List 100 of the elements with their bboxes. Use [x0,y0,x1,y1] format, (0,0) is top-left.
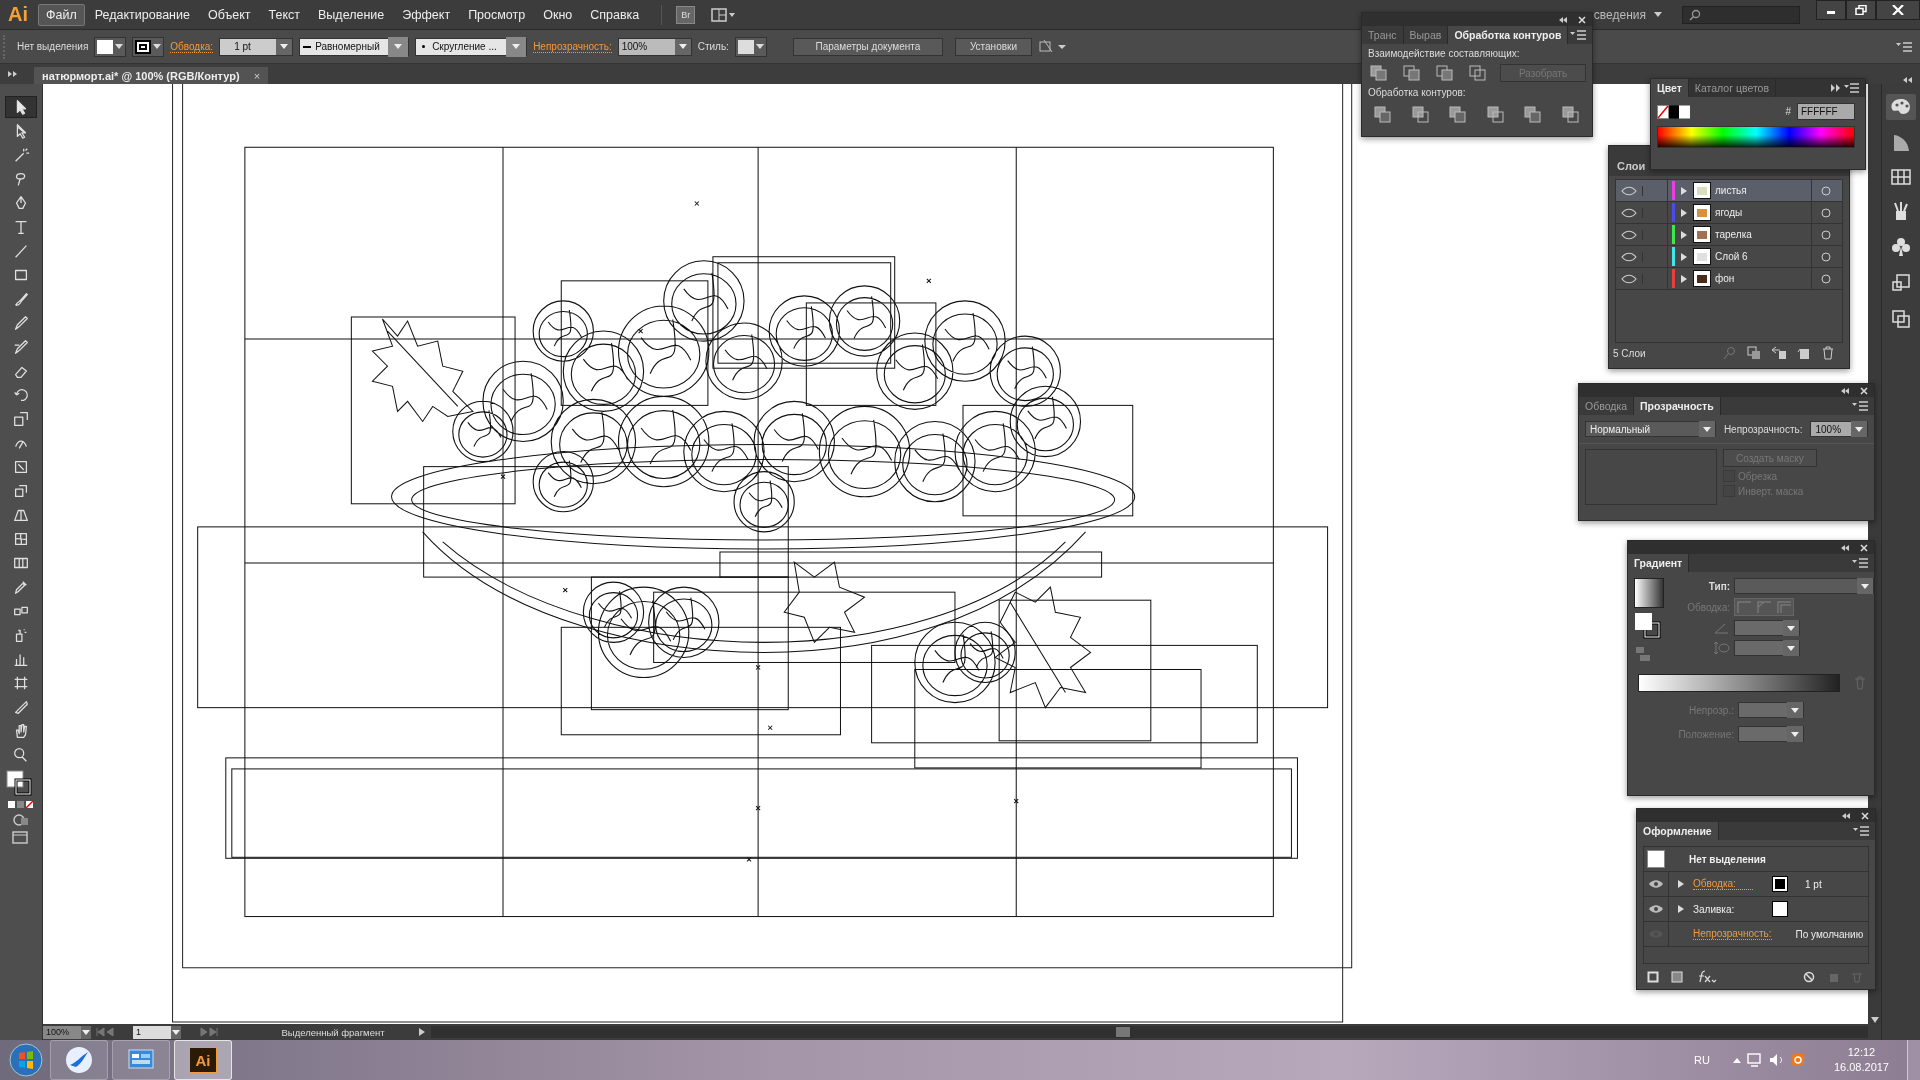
panel-menu-icon[interactable] [1852,558,1868,568]
menu-item[interactable]: Просмотр [460,3,534,26]
expand-triangle-icon[interactable] [1679,251,1689,262]
fill-swatch-dropdown[interactable] [94,36,127,57]
gradient-preview-swatch[interactable] [1634,578,1664,608]
zoom-level-dropdown[interactable]: 100% [43,1025,91,1039]
panel-tab[interactable]: Обработка контуров [1448,26,1569,44]
minimize-button[interactable] [1816,0,1846,20]
stroke-weight-field[interactable]: 1 pt [219,37,294,56]
hex-field[interactable]: FFFFFF [1797,103,1855,120]
start-button[interactable] [6,1040,46,1080]
layer-row[interactable]: ягоды [1616,202,1842,224]
pathfinder-icon[interactable] [1484,104,1507,124]
menu-item[interactable]: Файл [38,3,85,26]
stop-position-field[interactable] [1738,726,1804,742]
opacity-field[interactable]: 100% [1810,421,1868,437]
document-tab[interactable]: натюрморт.ai* @ 100% (RGB/Контур) × [34,67,269,84]
pathfinder-icon[interactable] [1559,104,1582,124]
aspect-ratio-field[interactable] [1734,640,1800,656]
collapse-panel-icon[interactable] [1840,543,1850,552]
stop-opacity-field[interactable] [1738,702,1804,718]
scroll-down-arrow-icon[interactable] [1869,1016,1880,1024]
arrow-pointer-icon[interactable] [5,96,37,118]
fill-swatch[interactable] [1773,902,1787,916]
opacity-field[interactable]: 100% [617,37,692,56]
eye-icon[interactable] [1648,879,1664,889]
control-bar-button[interactable]: Установки [954,37,1032,56]
target-circle-icon[interactable] [1820,272,1832,285]
target-circle-icon[interactable] [1820,250,1832,263]
restore-button[interactable] [1846,0,1876,20]
isolation-mode-icon[interactable] [1038,38,1068,55]
close-panel-icon[interactable] [1578,15,1586,24]
close-tab-button[interactable]: × [253,69,261,82]
layout-grid-icon[interactable] [711,6,738,23]
taskbar-app-button[interactable]: Ai [174,1040,232,1080]
expand-triangle-icon[interactable] [1679,207,1689,218]
clock-date[interactable]: 16.08.2017 [1833,1060,1889,1075]
workspace-switcher[interactable]: сведения [1593,7,1662,22]
menu-item[interactable]: Выделение [310,3,393,26]
menu-item[interactable]: Объект [199,3,259,26]
panel-tab[interactable]: Оформление [1637,822,1719,840]
panel-tab[interactable]: Транс [1362,26,1404,44]
stroke-swatch-dropdown[interactable] [132,36,165,57]
panel-tab[interactable]: Прозрачность [1634,397,1721,415]
menu-item[interactable]: Окно [535,3,581,26]
color-mode-icon[interactable] [6,800,36,810]
brush-definition-dropdown[interactable]: Скругление ... [415,37,528,56]
shape-mode-icon[interactable] [1434,63,1456,83]
bridge-button[interactable]: Br [676,5,696,24]
opacity-link[interactable]: Непрозрачность: [533,40,612,53]
expand-triangle-icon[interactable] [1677,904,1685,914]
opacity-link[interactable]: Непрозрачность: [1693,928,1772,940]
new-fill-icon[interactable] [1671,971,1683,983]
quick-swatches-icon[interactable] [1657,104,1691,119]
menu-item[interactable]: Эффект [394,3,459,26]
stroke-link[interactable]: Обводка: [1693,878,1753,890]
menu-item[interactable]: Редактирование [86,3,198,26]
menu-item[interactable]: Текст [260,3,309,26]
network-icon[interactable] [1745,1052,1764,1068]
shape-mode-icon[interactable] [1467,63,1489,83]
shape-mode-icon[interactable] [1401,63,1423,83]
menu-item[interactable]: Справка [582,3,648,26]
variable-width-profile-dropdown[interactable]: Равномерный [299,37,410,56]
angle-field[interactable] [1734,620,1800,636]
status-menu-arrow-icon[interactable] [417,1027,427,1037]
taskbar-app-button[interactable] [112,1040,170,1080]
collapse-panel-icon[interactable] [1840,386,1850,395]
shape-mode-icon[interactable] [1368,63,1390,83]
layer-row[interactable]: Слой 6 [1616,246,1842,268]
panel-tab[interactable]: Цвет [1651,79,1689,97]
close-button[interactable] [1876,0,1920,20]
new-sublayer-icon[interactable] [1771,346,1787,360]
horizontal-scrollbar[interactable] [431,1026,1868,1038]
layer-row[interactable]: фон [1616,268,1842,290]
expand-triangle-icon[interactable] [1677,879,1685,889]
blend-mode-dropdown[interactable]: Нормальный [1585,421,1716,437]
new-layer-icon[interactable] [1797,346,1811,360]
fill-stroke-swatches-icon[interactable] [1634,612,1664,642]
panel-menu-icon[interactable] [1831,83,1859,93]
target-circle-icon[interactable] [1820,184,1832,197]
panel-tab[interactable]: Слои [1617,160,1646,172]
panel-menu-icon[interactable] [1852,401,1868,411]
swatch-grid-icon[interactable] [1888,166,1914,188]
panel-menu-icon[interactable] [1896,40,1912,53]
style-swatch-dropdown[interactable] [734,36,767,57]
close-panel-icon[interactable] [1860,543,1868,552]
control-bar-button[interactable]: Параметры документа [792,37,943,56]
panel-menu-icon[interactable] [1570,30,1586,40]
clipping-mask-icon[interactable] [1747,346,1761,360]
stroke-swatch[interactable] [1773,877,1787,891]
layer-row[interactable]: тарелка [1616,224,1842,246]
close-panel-icon[interactable] [1861,811,1869,820]
expand-triangle-icon[interactable] [1679,185,1689,196]
target-circle-icon[interactable] [1820,206,1832,219]
close-panel-icon[interactable] [1860,386,1868,395]
new-stroke-icon[interactable] [1647,971,1659,983]
clear-appearance-icon[interactable] [1803,971,1815,983]
collapse-panel-icon[interactable] [1558,15,1568,24]
pathfinder-icon[interactable] [1372,104,1394,124]
expand-triangle-icon[interactable] [1679,229,1689,240]
